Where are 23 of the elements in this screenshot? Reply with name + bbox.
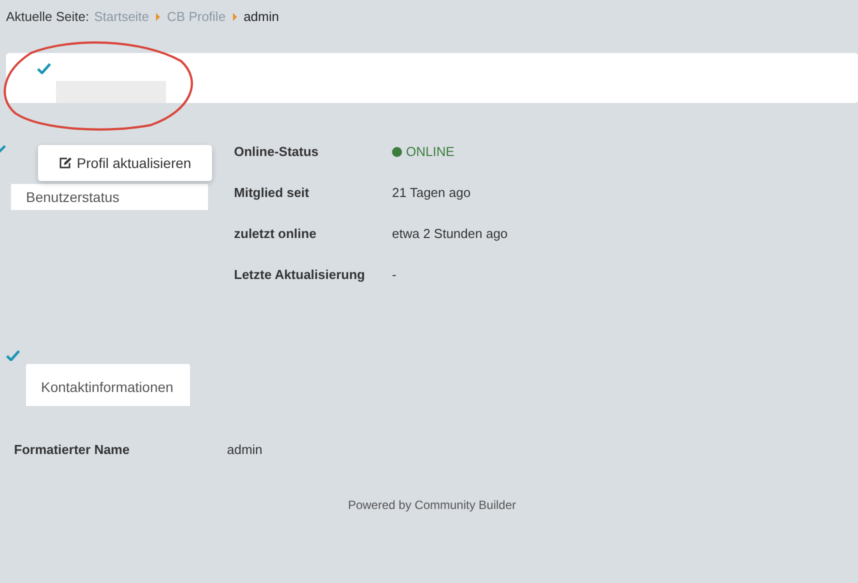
field-value: admin [227,441,262,460]
check-icon [6,350,20,361]
field-label: Online-Status [234,142,320,161]
check-icon [37,63,51,74]
tab[interactable]: Benutzerstatus [11,184,208,210]
field-label: Formatierter Name [14,441,131,460]
profile-update-button[interactable]: Profil aktualisieren [38,145,212,181]
field-value: 21 Tagen ago [392,184,471,202]
field-value: etwa 2 Stunden ago [392,224,508,243]
footer-text: Powered by Community Builder [348,497,516,514]
field-label: Letzte Aktualisierung [234,266,366,284]
caret-icon [156,13,160,21]
breadcrumb-label: Aktuelle Seite: [6,8,90,26]
check-icon [0,145,6,155]
tab[interactable] [56,81,166,103]
field-label: zuletzt online [234,224,318,243]
tab[interactable]: Kontaktinformationen [26,364,190,406]
breadcrumb-current: admin [244,8,279,26]
field-value: - [392,266,396,284]
field-value: ONLINE [406,142,454,161]
caret-icon [232,13,237,21]
field-label: Mitglied seit [234,184,310,202]
edit-icon [58,157,72,169]
